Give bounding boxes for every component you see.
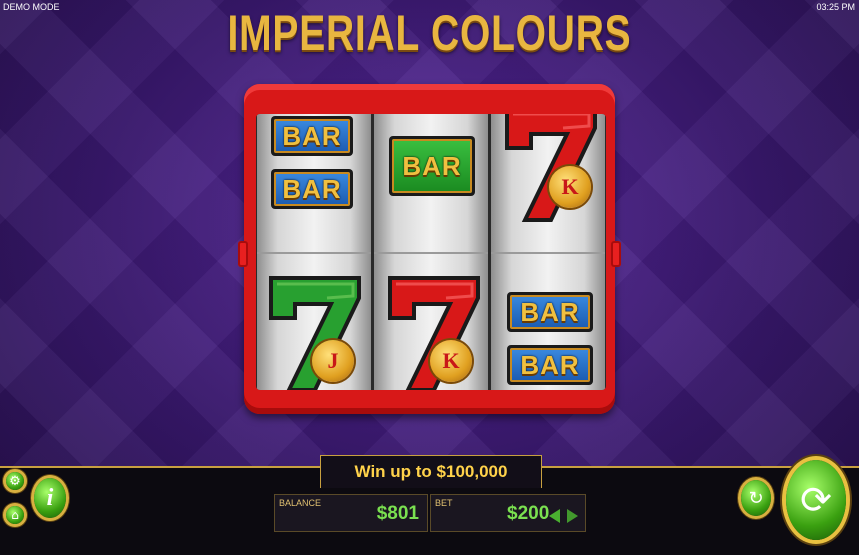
autoplay-icon: ↻	[748, 487, 764, 509]
bet-increase-arrow-icon[interactable]	[567, 509, 578, 523]
bar-symbol: BAR	[271, 116, 353, 156]
bar-symbol: BAR	[271, 169, 353, 209]
reel-2: BAR K	[374, 114, 488, 390]
reel-3: K BAR BAR	[491, 114, 605, 390]
coin-j: J	[312, 340, 354, 382]
bar-symbol-label: BAR	[274, 172, 350, 206]
bet-value: $200	[507, 503, 550, 524]
bar-symbol-label: BAR	[274, 119, 350, 153]
reel-divider	[374, 252, 488, 254]
machine-left-knob	[238, 241, 248, 267]
win-up-to-banner: Win up to $100,000	[320, 455, 542, 488]
balance-label: BALANCE	[279, 498, 322, 508]
bet-display: BET $200	[430, 494, 586, 532]
bet-decrease-arrow-icon[interactable]	[549, 509, 560, 523]
reel-divider	[257, 252, 371, 254]
reel-divider	[491, 252, 605, 254]
coin-k: K	[430, 340, 472, 382]
bar-symbol: BAR	[507, 292, 593, 332]
bar-symbol: BAR	[507, 345, 593, 385]
spin-button[interactable]: ⟳	[786, 460, 846, 540]
balance-value: $801	[376, 503, 419, 524]
home-icon: ⌂	[11, 508, 19, 522]
coin-k: K	[549, 166, 591, 208]
reel-1: BAR BAR J	[257, 114, 371, 390]
balance-display: BALANCE $801	[274, 494, 428, 532]
bet-label: BET	[435, 498, 453, 508]
clock: 03:25 PM	[816, 2, 855, 12]
gear-icon: ⚙	[9, 473, 21, 489]
autoplay-button[interactable]: ↻	[741, 480, 771, 516]
slot-machine: BAR BAR J BAR K K BAR BAR	[238, 84, 621, 414]
red-seven-symbol	[505, 114, 597, 222]
home-button[interactable]: ⌂	[6, 506, 24, 524]
info-button[interactable]: i	[34, 478, 66, 518]
bar-symbol-label: BAR	[510, 295, 590, 329]
info-icon: i	[46, 484, 54, 511]
machine-right-knob	[611, 241, 621, 267]
bar-symbol: BAR	[389, 136, 475, 196]
spin-icon: ⟳	[800, 478, 832, 522]
demo-mode-label: DEMO MODE	[3, 2, 60, 12]
settings-button[interactable]: ⚙	[6, 472, 24, 490]
bar-symbol-label: BAR	[510, 348, 590, 382]
game-title: IMPERIAL COLOURS	[227, 5, 632, 61]
bar-symbol-label: BAR	[392, 139, 472, 193]
reels-area: BAR BAR J BAR K K BAR BAR	[256, 114, 606, 390]
